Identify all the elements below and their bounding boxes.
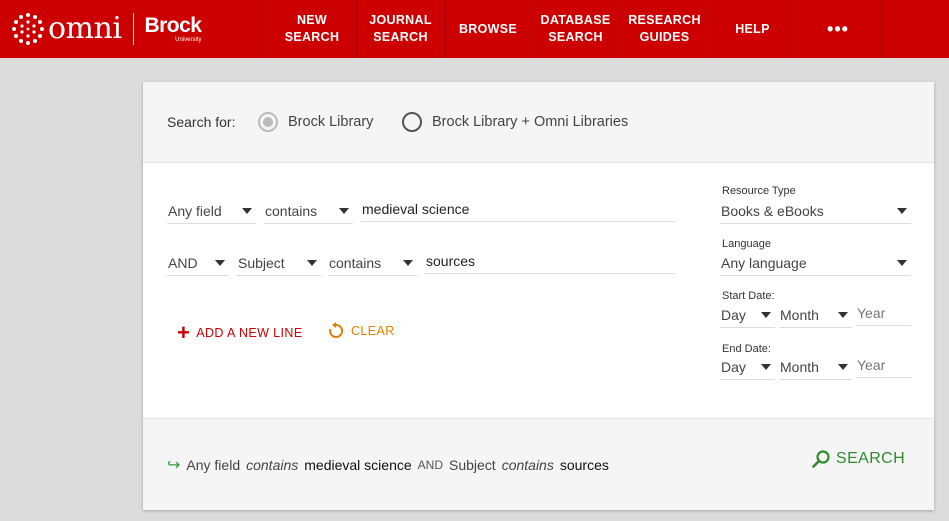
nav-journal-search[interactable]: JOURNAL SEARCH [357, 0, 445, 58]
search-icon [812, 450, 830, 468]
summary-term2: sources [559, 457, 609, 473]
query-summary: ↪ Any field contains medieval science AN… [167, 455, 609, 475]
caret-down-icon [838, 312, 848, 318]
nav-help[interactable]: HELP [710, 0, 796, 58]
clear-button[interactable]: CLEAR [327, 322, 395, 340]
search-button[interactable]: SEARCH [811, 449, 905, 469]
select-value: Month [780, 306, 819, 323]
summary-boolean: AND [417, 458, 443, 472]
query-input-line2[interactable]: sources [425, 248, 675, 274]
language-select[interactable]: Any language [720, 250, 911, 276]
scope-option-label: Brock Library + Omni Libraries [432, 114, 629, 130]
brand-divider [133, 13, 135, 45]
brock-subtitle: University [175, 37, 202, 43]
nav-label: HELP [735, 21, 770, 36]
end-day-select[interactable]: Day [720, 354, 775, 380]
arrow-right-icon: ↪ [167, 457, 181, 474]
caret-down-icon [838, 364, 848, 370]
query-input-line1[interactable]: medieval science [361, 196, 675, 222]
plus-icon: + [177, 320, 191, 345]
select-value: Day [721, 306, 746, 323]
select-value: contains [265, 202, 318, 219]
field-select-line2[interactable]: Subject [237, 250, 321, 276]
start-year-input[interactable]: Year [856, 300, 911, 326]
nav-more-menu[interactable]: ••• [796, 0, 881, 58]
nav-label: RESEARCH GUIDES [628, 13, 701, 44]
nav-research-guides[interactable]: RESEARCH GUIDES [620, 0, 710, 58]
header-spacer [881, 0, 949, 58]
nav-label: BROWSE [458, 21, 518, 36]
search-for-label: Search for: [167, 114, 236, 130]
caret-down-icon [761, 364, 771, 370]
start-date-label: Start Date: [722, 290, 775, 302]
brand-area[interactable]: omni Brock University [0, 0, 268, 58]
operator-select-line1[interactable]: contains [264, 198, 353, 224]
nav-label: DATABASE SEARCH [540, 13, 611, 44]
radio-unselected-icon [402, 112, 422, 132]
operator-select-line2[interactable]: contains [328, 250, 417, 276]
omni-logo[interactable]: omni [10, 11, 122, 47]
scope-radio-brock-library[interactable]: Brock Library [258, 112, 373, 132]
caret-down-icon [897, 208, 907, 214]
search-label: SEARCH [836, 450, 906, 467]
end-year-input[interactable]: Year [856, 352, 911, 378]
start-day-select[interactable]: Day [720, 302, 775, 328]
nav-database-search[interactable]: DATABASE SEARCH [532, 0, 620, 58]
select-value: AND [168, 254, 198, 271]
summary-op1: contains [246, 457, 299, 473]
scope-option-label: Brock Library [288, 114, 374, 130]
end-month-select[interactable]: Month [779, 354, 852, 380]
resource-type-select[interactable]: Books & eBooks [720, 198, 911, 224]
search-scope-bar: Search for: Brock Library Brock Library … [143, 82, 934, 163]
nav-label: NEW SEARCH [284, 13, 340, 44]
caret-down-icon [761, 312, 771, 318]
query-summary-bar: ↪ Any field contains medieval science AN… [143, 418, 934, 510]
main-nav: NEW SEARCH JOURNAL SEARCH BROWSE DATABAS… [268, 0, 881, 58]
select-value: contains [329, 254, 382, 271]
radio-selected-icon [258, 112, 278, 132]
select-value: Subject [238, 254, 285, 271]
select-value: Any field [168, 202, 222, 219]
language-label: Language [722, 238, 771, 250]
summary-field2: Subject [449, 457, 496, 473]
nav-new-search[interactable]: NEW SEARCH [268, 0, 357, 58]
select-value: Books & eBooks [721, 202, 824, 219]
scope-radio-brock-omni[interactable]: Brock Library + Omni Libraries [402, 112, 628, 132]
nav-label: JOURNAL SEARCH [369, 13, 432, 44]
caret-down-icon [897, 260, 907, 266]
more-dots-icon: ••• [827, 18, 849, 39]
summary-op2: contains [501, 457, 554, 473]
start-month-select[interactable]: Month [779, 302, 852, 328]
caret-down-icon [215, 260, 225, 266]
omni-dots-icon [12, 13, 44, 45]
caret-down-icon [403, 260, 413, 266]
top-navigation-bar: omni Brock University NEW SEARCH JOURNAL… [0, 0, 949, 58]
nav-browse[interactable]: BROWSE [445, 0, 532, 58]
advanced-search-card: Search for: Brock Library Brock Library … [143, 82, 934, 510]
omni-wordmark: omni [48, 11, 122, 46]
caret-down-icon [339, 208, 349, 214]
resource-type-label: Resource Type [722, 185, 796, 197]
select-value: Month [780, 358, 819, 375]
clear-label: CLEAR [351, 324, 395, 338]
select-value: Any language [721, 254, 807, 271]
boolean-select-line2[interactable]: AND [167, 250, 229, 276]
select-value: Day [721, 358, 746, 375]
summary-term1: medieval science [304, 457, 412, 473]
caret-down-icon [307, 260, 317, 266]
summary-field1: Any field [186, 457, 241, 473]
brock-university-logo[interactable]: Brock University [144, 14, 202, 43]
add-new-line-button[interactable]: + ADD A NEW LINE [177, 322, 303, 344]
brock-wordmark: Brock [144, 14, 202, 37]
caret-down-icon [242, 208, 252, 214]
field-select-line1[interactable]: Any field [167, 198, 256, 224]
reset-icon [329, 322, 344, 338]
add-new-line-label: ADD A NEW LINE [196, 326, 303, 340]
